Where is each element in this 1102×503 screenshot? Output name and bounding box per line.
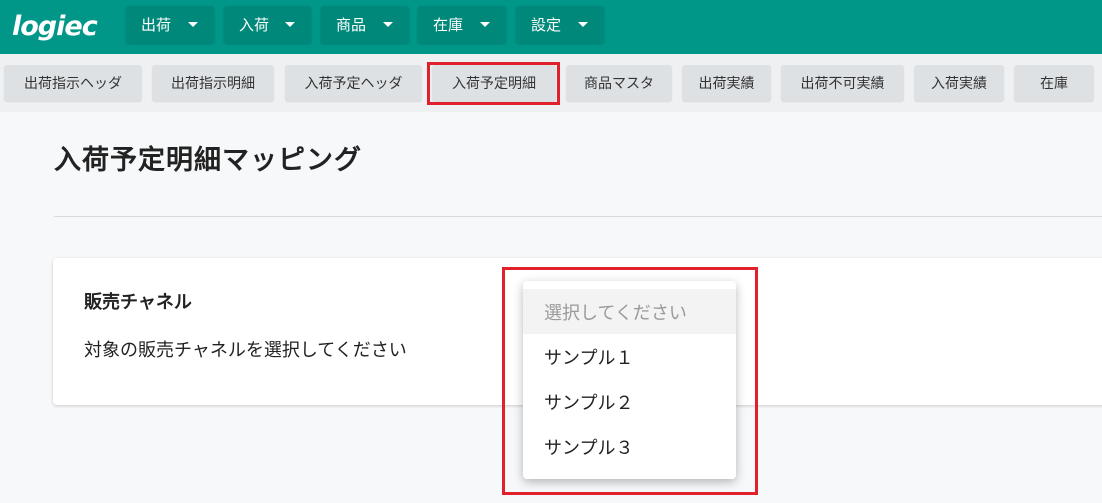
tab-inventory[interactable]: 在庫: [1014, 65, 1094, 101]
menu-receiving-label: 入荷: [239, 16, 270, 34]
caret-down-icon: [383, 22, 393, 27]
tab-unshippable-results[interactable]: 出荷不可実績: [781, 65, 904, 101]
dropdown-option-sample-3[interactable]: サンプル３: [523, 424, 736, 469]
top-header: logiec 出荷 入荷 商品 在庫 設定: [0, 0, 1102, 54]
menu-products-label: 商品: [336, 16, 367, 34]
caret-down-icon: [188, 22, 198, 27]
sales-channel-dropdown[interactable]: 選択してください サンプル１ サンプル２ サンプル３: [523, 281, 736, 479]
menu-shipping-label: 出荷: [141, 16, 172, 34]
sales-channel-description: 対象の販売チャネルを選択してください: [84, 340, 407, 361]
mapping-tabs-bar: 出荷指示ヘッダ 出荷指示明細 入荷予定ヘッダ 入荷予定明細 商品マスタ 出荷実績…: [0, 54, 1102, 112]
menu-settings[interactable]: 設定: [516, 6, 604, 43]
menu-inventory[interactable]: 在庫: [418, 6, 506, 43]
menu-shipping[interactable]: 出荷: [126, 6, 214, 43]
menu-inventory-label: 在庫: [433, 16, 464, 34]
dropdown-option-sample-2[interactable]: サンプル２: [523, 379, 736, 424]
sales-channel-title: 販売チャネル: [84, 292, 192, 313]
dropdown-placeholder-option[interactable]: 選択してください: [523, 289, 736, 334]
tab-shipping-results[interactable]: 出荷実績: [682, 65, 771, 101]
tab-shipping-header[interactable]: 出荷指示ヘッダ: [4, 65, 142, 101]
tab-receiving-detail[interactable]: 入荷予定明細: [432, 65, 556, 101]
menu-settings-label: 設定: [531, 16, 562, 34]
tab-shipping-detail[interactable]: 出荷指示明細: [152, 65, 274, 101]
tab-receiving-header[interactable]: 入荷予定ヘッダ: [285, 65, 422, 101]
menu-products[interactable]: 商品: [321, 6, 409, 43]
menu-receiving[interactable]: 入荷: [224, 6, 311, 43]
page-title: 入荷予定明細マッピング: [54, 145, 362, 176]
logo[interactable]: logiec: [12, 8, 98, 44]
tab-product-master[interactable]: 商品マスタ: [566, 65, 672, 101]
tab-receiving-results[interactable]: 入荷実績: [914, 65, 1004, 101]
title-divider: [54, 216, 1102, 217]
caret-down-icon: [285, 22, 295, 27]
caret-down-icon: [480, 22, 490, 27]
caret-down-icon: [578, 22, 588, 27]
dropdown-option-sample-1[interactable]: サンプル１: [523, 334, 736, 379]
